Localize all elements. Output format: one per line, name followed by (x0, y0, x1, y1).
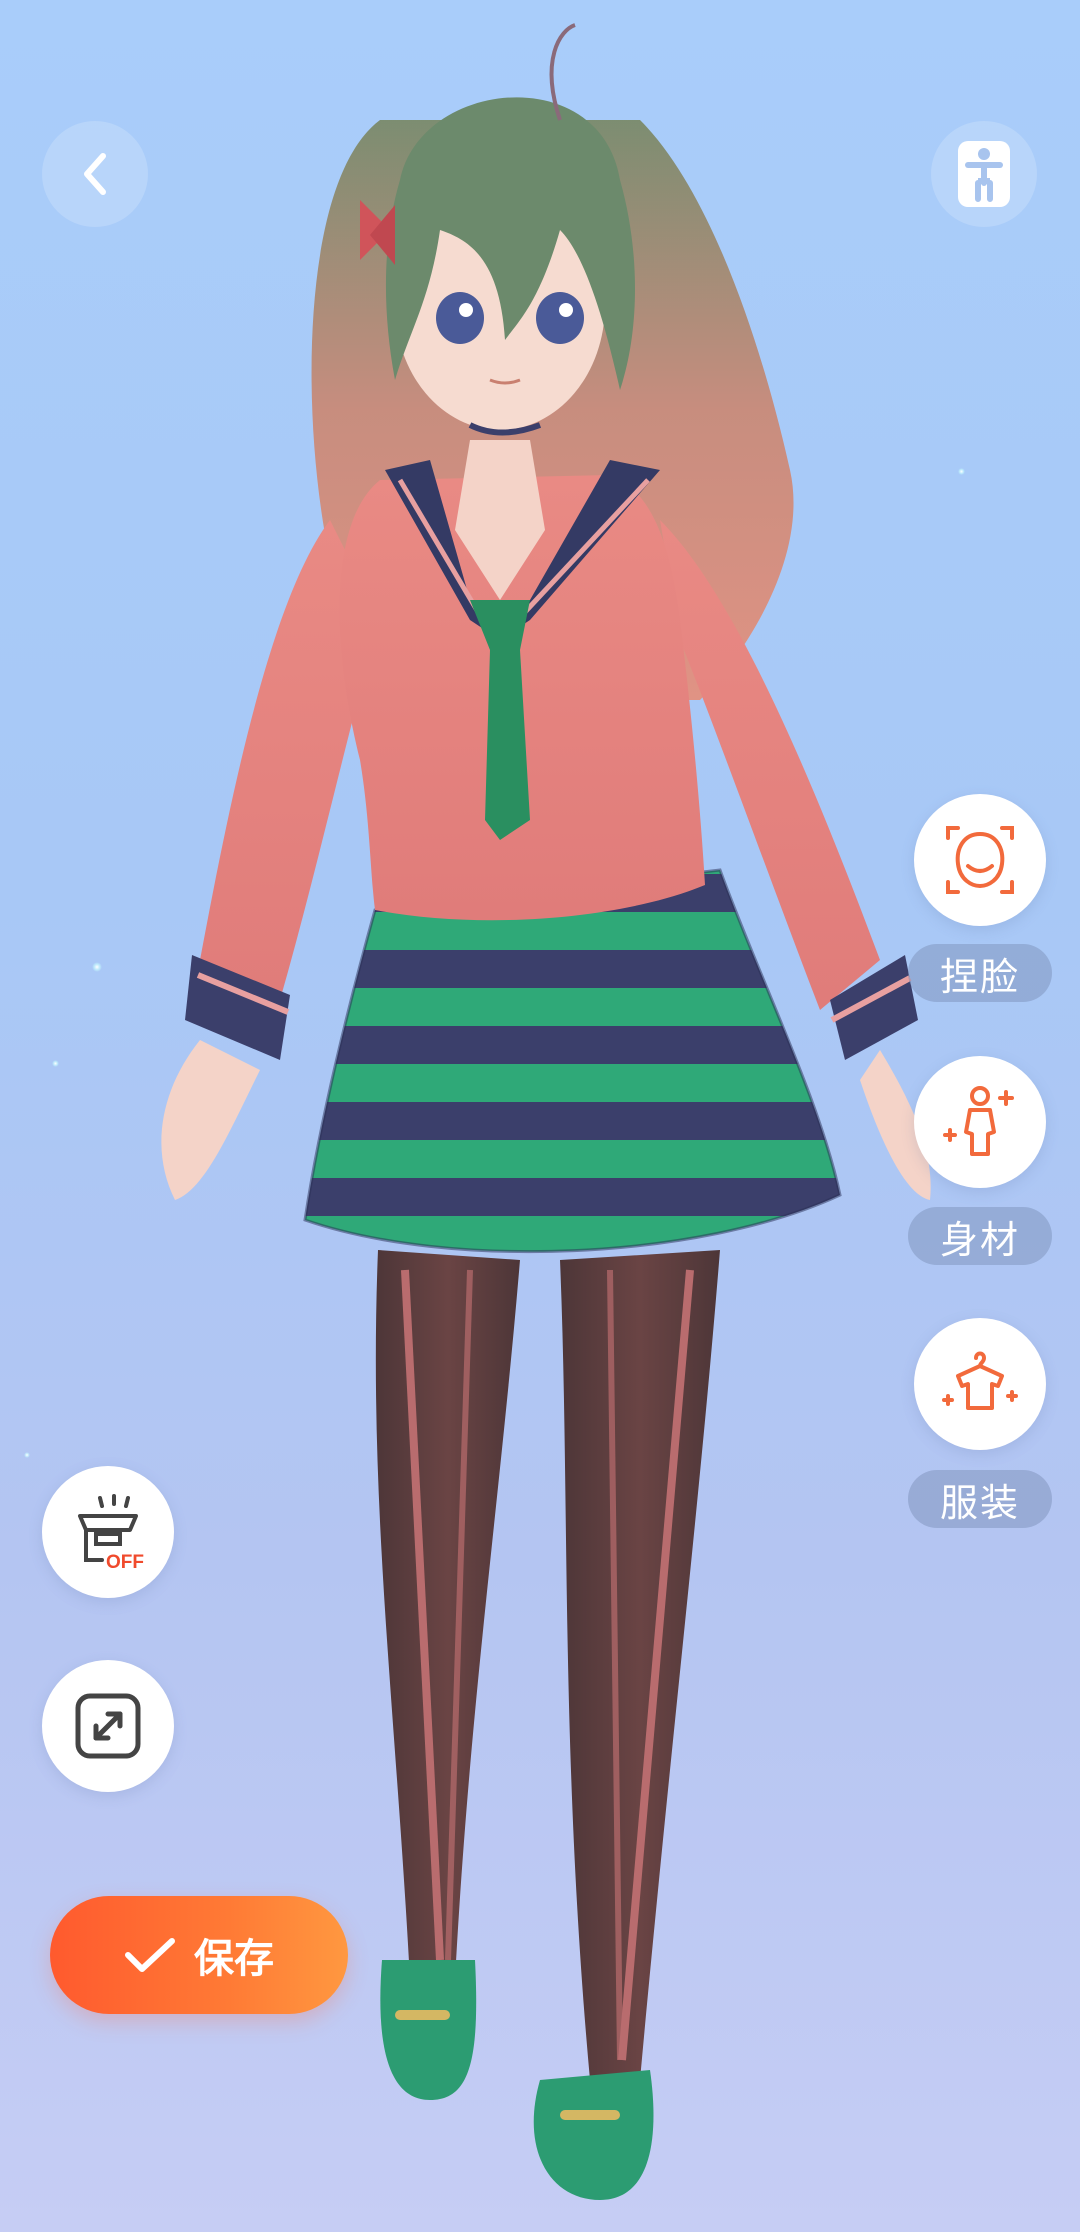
pose-button[interactable] (931, 121, 1037, 227)
face-edit-icon (946, 826, 1014, 894)
save-button[interactable]: 保存 (50, 1896, 348, 2014)
outfit-label[interactable]: 服装 (908, 1470, 1052, 1528)
expand-icon (75, 1693, 141, 1759)
body-shape-label[interactable]: 身材 (908, 1207, 1052, 1265)
fullscreen-button[interactable] (42, 1660, 174, 1792)
standing-figure-icon (958, 141, 1010, 207)
check-icon (125, 1938, 175, 1972)
chevron-left-icon (84, 153, 106, 195)
face-edit-button[interactable] (914, 794, 1046, 926)
body-shape-icon (943, 1086, 1014, 1156)
back-button[interactable] (42, 121, 148, 227)
body-shape-button[interactable] (914, 1056, 1046, 1188)
off-badge: OFF (106, 1552, 144, 1573)
outfit-button[interactable] (914, 1318, 1046, 1450)
face-edit-label[interactable]: 捏脸 (908, 944, 1052, 1002)
clothes-hanger-icon (942, 1351, 1018, 1410)
save-label: 保存 (194, 1936, 274, 1982)
light-toggle-button[interactable]: OFF (42, 1466, 174, 1598)
lamp-off-icon: OFF (78, 1494, 144, 1573)
